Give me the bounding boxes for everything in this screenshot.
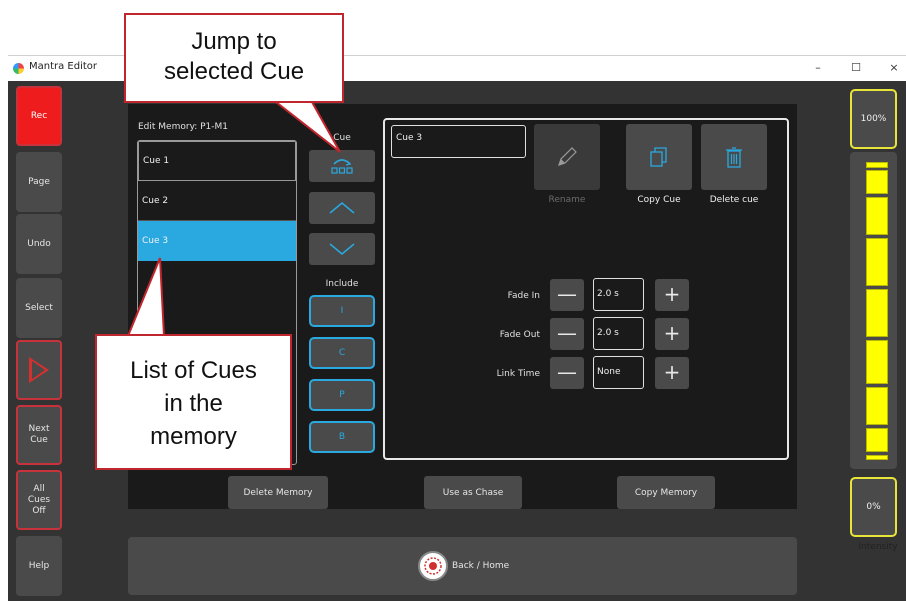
jump-callout-text: Jump to selected Cue [163, 28, 305, 85]
list-of-cues-callout: List of Cues in the memory [95, 334, 292, 470]
list-callout-pointer [126, 257, 166, 337]
jump-callout-pointer [273, 101, 341, 153]
list-callout-text: List of Cues in the memory [130, 357, 257, 450]
jump-to-cue-callout: Jump to selected Cue [124, 13, 344, 103]
